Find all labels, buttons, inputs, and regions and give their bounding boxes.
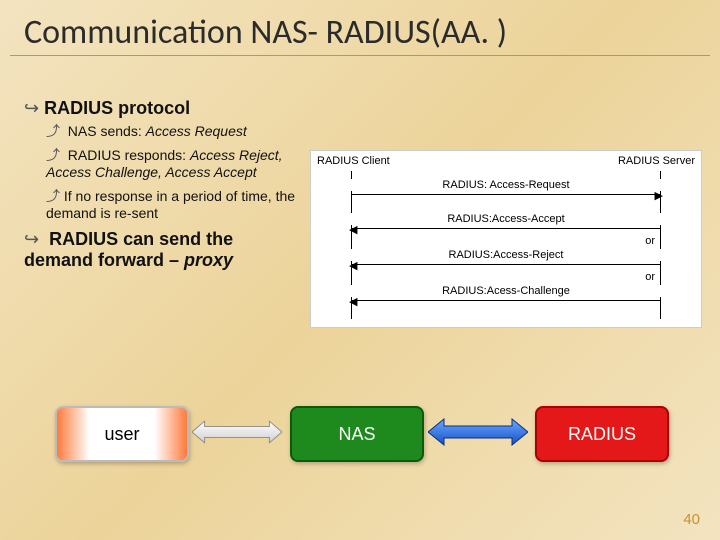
msg-label: RADIUS:Access-Reject: [351, 249, 661, 261]
endpoint-server: RADIUS Server: [618, 155, 695, 167]
msg-access-accept: RADIUS:Access-Accept ◀: [351, 221, 661, 235]
arrowhead-left-icon: ◀: [349, 295, 357, 308]
arrowhead-left-icon: ◀: [349, 223, 357, 236]
msg-access-request: RADIUS: Access-Request ▶: [351, 187, 661, 201]
msg-label: RADIUS:Access-Accept: [351, 213, 661, 225]
arrow-user-nas-icon: [192, 418, 282, 446]
access-request-ital: Access Request: [146, 123, 247, 139]
proxy-ital: proxy: [184, 250, 233, 270]
sub-noresponse: If no response in a period of time, the …: [46, 188, 304, 223]
bullet-radius-protocol: RADIUS protocol: [24, 98, 304, 119]
sub-radius-responds: RADIUS responds: Access Reject, Access C…: [46, 147, 304, 182]
flow-box-user: user: [55, 406, 189, 462]
msg-label: RADIUS: Access-Request: [351, 179, 661, 191]
slide-title: Communication NAS- RADIUS(AA. ): [10, 0, 710, 56]
or-text: or: [645, 235, 655, 247]
arrowhead-right-icon: ▶: [655, 189, 663, 202]
text: NAS sends:: [68, 123, 146, 139]
endpoint-client: RADIUS Client: [317, 155, 390, 167]
text: RADIUS responds:: [68, 147, 190, 163]
arrow-nas-radius-icon: [428, 418, 528, 446]
flow-box-radius: RADIUS: [535, 406, 669, 462]
msg-access-challenge: RADIUS:Acess-Challenge ◀: [351, 293, 661, 307]
or-text: or: [645, 271, 655, 283]
bullet-list: RADIUS protocol NAS sends: Access Reques…: [24, 98, 304, 275]
sequence-diagram: RADIUS Client RADIUS Server RADIUS: Acce…: [310, 150, 702, 328]
arrowhead-left-icon: ◀: [349, 259, 357, 272]
sub-nas-sends: NAS sends: Access Request: [46, 123, 304, 141]
flow-box-nas: NAS: [290, 406, 424, 462]
bullet-proxy: RADIUS can send the demand forward – pro…: [24, 229, 304, 271]
flow-row: user NAS RADIUS: [0, 400, 720, 470]
msg-access-reject: RADIUS:Access-Reject ◀: [351, 257, 661, 271]
page-number: 40: [683, 511, 700, 528]
msg-label: RADIUS:Acess-Challenge: [351, 285, 661, 297]
